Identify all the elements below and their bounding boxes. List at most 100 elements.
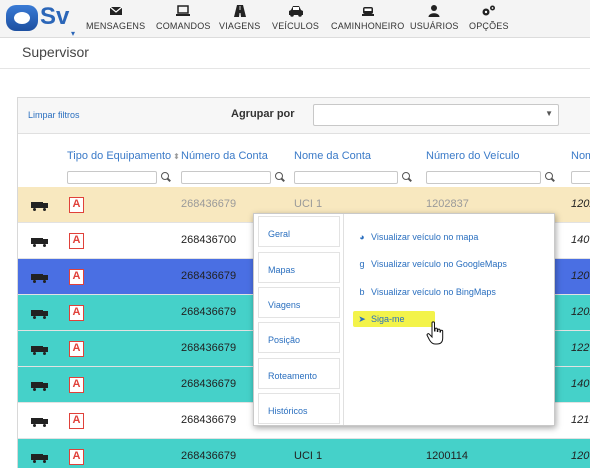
road-icon	[233, 5, 246, 17]
car-icon	[288, 6, 303, 17]
user-icon	[428, 5, 440, 17]
search-icon[interactable]	[544, 171, 556, 183]
cell-extra: 1227	[571, 342, 590, 354]
logo-dropdown-caret[interactable]: ▾	[71, 29, 75, 38]
nav-caminhoneiro[interactable]: CAMINHONEIRO	[331, 4, 404, 31]
equipment-type-icon: A	[69, 305, 84, 321]
cell-extra: 1202	[571, 306, 590, 318]
group-by-label: Agrupar por	[231, 108, 295, 120]
logo-mark	[6, 5, 38, 31]
column-header-numero-veiculo[interactable]: Número do Veículo	[426, 150, 520, 162]
sort-icon[interactable]: ⬍	[173, 152, 180, 161]
cell-numero-veiculo: 1200114	[426, 450, 469, 462]
column-header-tipo-label: Tipo do Equipamento	[67, 150, 172, 162]
vehicle-context-menu: Geral Mapas Viagens Posição Roteamento H…	[253, 213, 555, 426]
hand-cursor-icon	[426, 321, 444, 345]
column-header-numero-conta[interactable]: Número da Conta	[181, 150, 268, 162]
menu-option-mapa-label: Visualizar veículo no mapa	[371, 232, 479, 242]
truck-icon	[31, 382, 49, 391]
nav-opcoes-label: OPÇÕES	[469, 21, 509, 31]
laptop-icon	[176, 5, 191, 16]
nav-comandos[interactable]: COMANDOS	[156, 4, 211, 31]
menu-option-googlemaps-label: Visualizar veículo no GoogleMaps	[371, 259, 507, 269]
equipment-type-icon: A	[69, 413, 84, 429]
filter-input-numero-conta[interactable]	[181, 171, 271, 184]
table-row[interactable]: A 268436679 UCI 1 1200114 1200	[18, 439, 590, 468]
column-header-tipo[interactable]: Tipo do Equipamento ⬍	[67, 150, 180, 162]
truck-icon	[361, 7, 374, 16]
search-icon[interactable]	[401, 171, 413, 183]
cell-numero-conta: 268436679	[181, 414, 237, 426]
nav-mensagens[interactable]: MENSAGENS	[86, 4, 145, 31]
title-divider	[0, 68, 590, 69]
filter-input-tipo[interactable]	[67, 171, 157, 184]
clear-filters-link[interactable]: Limpar filtros	[28, 110, 80, 120]
menu-tab-mapas[interactable]: Mapas	[258, 252, 340, 283]
cell-extra: 1406	[571, 234, 590, 246]
truck-icon	[31, 346, 49, 355]
cell-extra: 1400	[571, 378, 590, 390]
cell-numero-conta: 268436679	[181, 198, 237, 210]
nav-comandos-label: COMANDOS	[156, 21, 211, 31]
equipment-type-icon: A	[69, 341, 84, 357]
menu-tab-viagens[interactable]: Viagens	[258, 287, 340, 318]
filter-input-extra[interactable]	[571, 171, 590, 184]
column-header-extra[interactable]: Nom	[571, 150, 590, 162]
search-icon[interactable]	[274, 171, 286, 183]
nav-usuarios-label: USUÁRIOS	[410, 21, 459, 31]
truck-icon	[31, 418, 49, 427]
equipment-type-icon: A	[69, 269, 84, 285]
truck-icon	[31, 274, 49, 283]
equipment-type-icon: A	[69, 377, 84, 393]
nav-veiculos-label: VEÍCULOS	[272, 21, 320, 31]
truck-icon	[31, 310, 49, 319]
menu-option-bingmaps-label: Visualizar veículo no BingMaps	[371, 287, 496, 297]
menu-tab-historicos[interactable]: Históricos	[258, 393, 340, 424]
filter-input-nome-conta[interactable]	[294, 171, 398, 184]
location-arrow-icon: ➤	[358, 314, 366, 324]
cell-extra: 1200	[571, 450, 590, 462]
cell-numero-veiculo: 1202837	[426, 198, 469, 210]
nav-opcoes[interactable]: OPÇÕES	[469, 4, 509, 31]
equipment-type-icon: A	[69, 197, 84, 213]
cell-numero-conta: 268436679	[181, 450, 237, 462]
envelope-icon	[109, 6, 123, 15]
menu-option-siga-me-label: Siga-me	[371, 314, 405, 324]
menu-option-mapa[interactable]: ◕ Visualizar veículo no mapa	[357, 232, 478, 242]
cell-nome-conta: UCI 1	[294, 198, 323, 210]
google-icon: g	[359, 259, 365, 269]
logo-text: Sv	[40, 3, 70, 30]
menu-tab-roteamento[interactable]: Roteamento	[258, 358, 340, 389]
cell-numero-conta: 268436679	[181, 270, 237, 282]
menu-option-bingmaps[interactable]: b Visualizar veículo no BingMaps	[357, 287, 496, 297]
chevron-down-icon: ▼	[545, 109, 553, 118]
top-navigation-bar: Sv ▾ MENSAGENS COMANDOS VIAGENS VEÍCULOS…	[0, 0, 590, 38]
nav-viagens-label: VIAGENS	[219, 21, 261, 31]
cell-numero-conta: 268436679	[181, 306, 237, 318]
bing-icon: b	[359, 287, 365, 297]
menu-tab-geral[interactable]: Geral	[258, 216, 340, 247]
search-icon[interactable]	[160, 171, 172, 183]
cell-numero-conta: 268436679	[181, 342, 237, 354]
cell-extra: 1210	[571, 414, 590, 426]
menu-option-googlemaps[interactable]: g Visualizar veículo no GoogleMaps	[357, 259, 507, 269]
nav-usuarios[interactable]: USUÁRIOS	[410, 4, 459, 31]
page-title: Supervisor	[22, 44, 89, 60]
nav-veiculos[interactable]: VEÍCULOS	[272, 4, 319, 31]
menu-tab-posicao[interactable]: Posição	[258, 322, 340, 353]
nav-viagens[interactable]: VIAGENS	[219, 4, 260, 31]
menu-option-siga-me[interactable]: ➤ Siga-me	[357, 314, 405, 325]
equipment-type-icon: A	[69, 233, 84, 249]
cell-extra: 1200	[571, 270, 590, 282]
cell-numero-conta: 268436679	[181, 378, 237, 390]
truck-icon	[31, 202, 49, 211]
context-menu-categories: Geral Mapas Viagens Posição Roteamento H…	[254, 214, 344, 425]
equipment-type-icon: A	[69, 449, 84, 465]
column-header-nome-conta[interactable]: Nome da Conta	[294, 150, 371, 162]
filter-input-numero-veiculo[interactable]	[426, 171, 541, 184]
cell-numero-conta: 268436700	[181, 234, 237, 246]
group-by-select[interactable]: ▼	[313, 104, 559, 126]
cell-nome-conta: UCI 1	[294, 450, 323, 462]
gears-icon	[482, 5, 495, 16]
app-logo[interactable]: Sv ▾	[4, 3, 78, 38]
